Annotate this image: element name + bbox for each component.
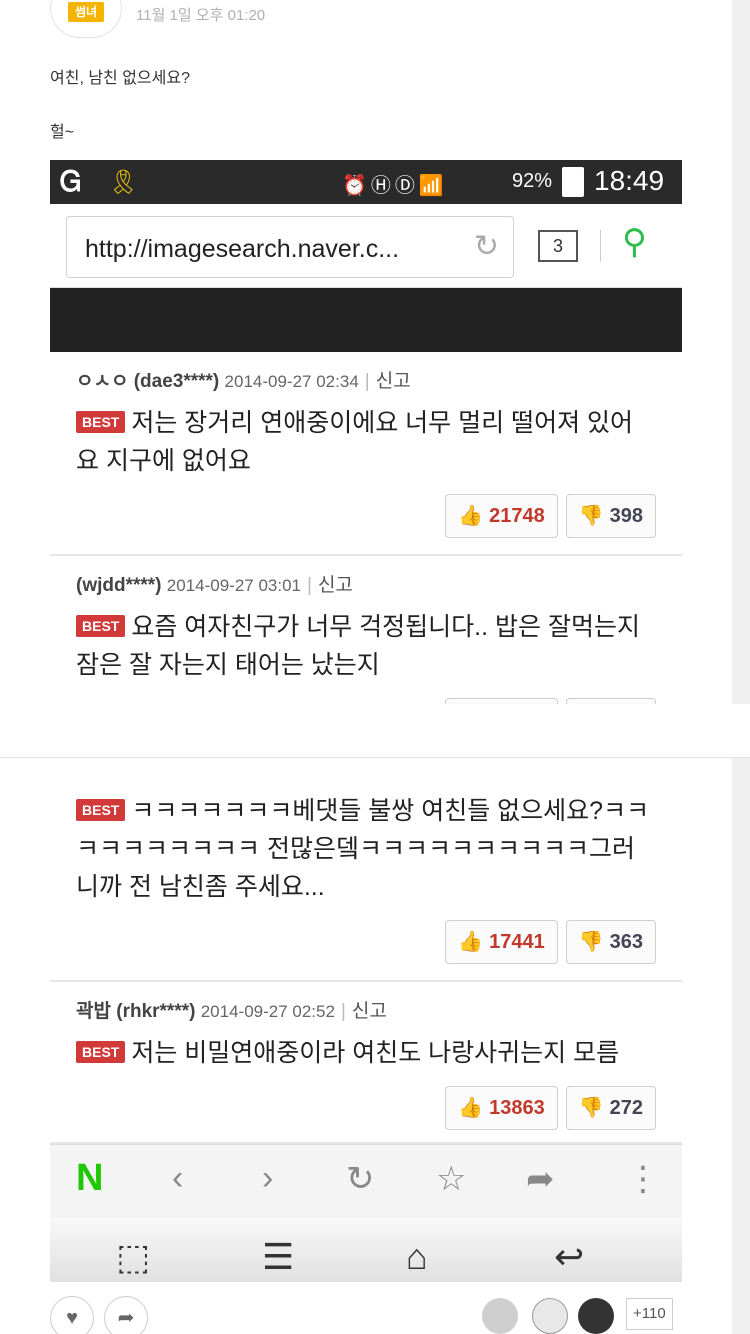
url-text: http://imagesearch.naver.c... — [85, 235, 400, 263]
comment-author: 곽밥 (rhkr****) — [76, 1001, 196, 1022]
app-logo-icon: Ꮐ — [60, 166, 82, 197]
tabs-count-icon: 3 — [538, 230, 578, 262]
comment-text: ㅋㅋㅋㅋㅋㅋㅋ베댓들 불쌍 여친들 없으세요?ㅋㅋㅋㅋㅋㅋㅋㅋㅋㅋ 전많은뎈ㅋㅋ… — [76, 797, 650, 901]
best-badge: BEST — [76, 411, 126, 433]
comment-text: 요즘 여자친구가 너무 걱정됩니다.. 밥은 잘먹는지 잠은 잘 자는지 태어는… — [76, 613, 640, 679]
thumbs-up-icon: 👍 — [458, 505, 484, 527]
scrollbar-track[interactable] — [732, 0, 750, 704]
search-icon: ⚲ — [622, 223, 647, 261]
author-badge: 썸녀 — [68, 2, 104, 22]
battery-icon — [562, 167, 584, 197]
downvote-button: 👎 398 — [565, 494, 656, 538]
post-text-line: 헐~ — [50, 124, 75, 141]
home-icon: ⌂ — [406, 1236, 428, 1277]
report-link: 신고 — [351, 1001, 387, 1022]
comment-date: 2014-09-27 02:34 — [224, 372, 359, 391]
upvote-button: 👍18949 — [445, 698, 558, 704]
menu-icon: ☰ — [262, 1236, 295, 1277]
browser-url-bar: http://imagesearch.naver.c... ↻ 3 ⚲ — [50, 204, 682, 288]
forward-icon: › — [262, 1159, 274, 1197]
browser-toolbar: N ‹ › ↻ ☆ ➦ ⋮ — [50, 1144, 682, 1218]
thumbs-down-icon: 👎 — [578, 505, 604, 527]
url-field: http://imagesearch.naver.c... ↻ — [66, 216, 514, 278]
back-icon: ‹ — [172, 1159, 184, 1197]
android-nav-bar: ⬚ ☰ ⌂ ↩ — [50, 1218, 682, 1282]
reload-icon: ↻ — [473, 230, 499, 263]
dark-banner — [50, 288, 682, 352]
share-icon: ➦ — [526, 1160, 555, 1198]
thumbs-down-icon: 👎 — [578, 1097, 604, 1119]
comment-item: BEST ㅋㅋㅋㅋㅋㅋㅋ베댓들 불쌍 여친들 없으세요?ㅋㅋㅋㅋㅋㅋㅋㅋㅋㅋ 전많… — [50, 774, 682, 982]
thumbs-up-icon: 👍 — [458, 931, 484, 953]
heart-icon: ♥ — [66, 1307, 78, 1329]
share-icon: ➦ — [117, 1307, 135, 1329]
phone-status-bar: Ꮐ 🎗 ⏰ⒽⒹ📶 92% 18:49 — [50, 160, 682, 204]
thumbs-up-icon: 👍 — [458, 1097, 484, 1119]
like-button[interactable]: ♥ — [50, 1296, 94, 1334]
comment-text: 저는 장거리 연애중이에요 너무 멀리 떨어져 있어요 지구에 없어요 — [76, 409, 634, 475]
scrollbar-track-lower[interactable] — [732, 758, 750, 1334]
best-badge: BEST — [76, 799, 126, 821]
ribbon-icon: 🎗 — [108, 169, 139, 196]
comment-item: (wjdd****) 2014-09-27 03:01 | 신고 BEST 요즘 여자… — [50, 556, 682, 704]
report-link: 신고 — [317, 575, 353, 596]
downvote-button: 👎 272 — [565, 1086, 656, 1130]
liker-avatar[interactable] — [532, 1298, 568, 1334]
upvote-button: 👍 17441 — [445, 920, 558, 964]
downvote-button: 👎 363 — [565, 920, 656, 964]
comment-text: 저는 비밀연애중이라 여친도 나랑사귀는지 모름 — [131, 1039, 620, 1067]
comment-date: 2014-09-27 03:01 — [166, 576, 302, 595]
divider — [600, 230, 601, 262]
downvote-button: 👎346 — [565, 698, 656, 704]
best-badge: BEST — [76, 615, 126, 637]
thumbs-down-icon: 👎 — [578, 931, 604, 953]
naver-logo-icon: N — [76, 1157, 104, 1199]
liker-avatar[interactable] — [578, 1298, 614, 1334]
report-link: 신고 — [375, 371, 411, 392]
back-arrow-icon: ↩ — [554, 1236, 585, 1277]
status-time: 18:49 — [594, 165, 665, 196]
embedded-screenshot-top: Ꮐ 🎗 ⏰ⒽⒹ📶 92% 18:49 http://imagesearch.na… — [50, 160, 682, 704]
comment-item: ㅇㅅㅇ (dae3****) 2014-09-27 02:34 | 신고 BEST 저… — [50, 352, 682, 556]
cut-edge — [50, 758, 682, 774]
upvote-button: 👍 13863 — [445, 1086, 558, 1130]
battery-percent: 92% — [512, 170, 553, 192]
comment-item: 곽밥 (rhkr****) 2014-09-27 02:52 | 신고 BEST 저는… — [50, 982, 682, 1144]
post-date: 11월 1일 오후 01:20 — [136, 7, 266, 24]
embedded-screenshot-bottom: BEST ㅋㅋㅋㅋㅋㅋㅋ베댓들 불쌍 여친들 없으세요?ㅋㅋㅋㅋㅋㅋㅋㅋㅋㅋ 전많… — [50, 758, 682, 1282]
comment-author: (wjdd****) — [76, 575, 162, 596]
status-icons: ⏰ⒽⒹ📶 — [342, 175, 448, 197]
more-icon: ⋮ — [626, 1160, 660, 1198]
share-button[interactable]: ➦ — [104, 1296, 148, 1334]
star-icon: ☆ — [436, 1160, 467, 1198]
recent-apps-icon: ⬚ — [116, 1236, 151, 1277]
comment-date: 2014-09-27 02:52 — [200, 1002, 335, 1021]
comment-author: ㅇㅅㅇ (dae3****) — [76, 371, 220, 392]
upvote-button: 👍 21748 — [445, 494, 558, 538]
post-text-line: 여친, 남친 없으세요? — [50, 70, 190, 87]
like-count[interactable]: +110 — [626, 1298, 673, 1330]
best-badge: BEST — [76, 1041, 126, 1063]
liker-avatar[interactable] — [482, 1298, 518, 1334]
refresh-icon: ↻ — [346, 1160, 375, 1198]
